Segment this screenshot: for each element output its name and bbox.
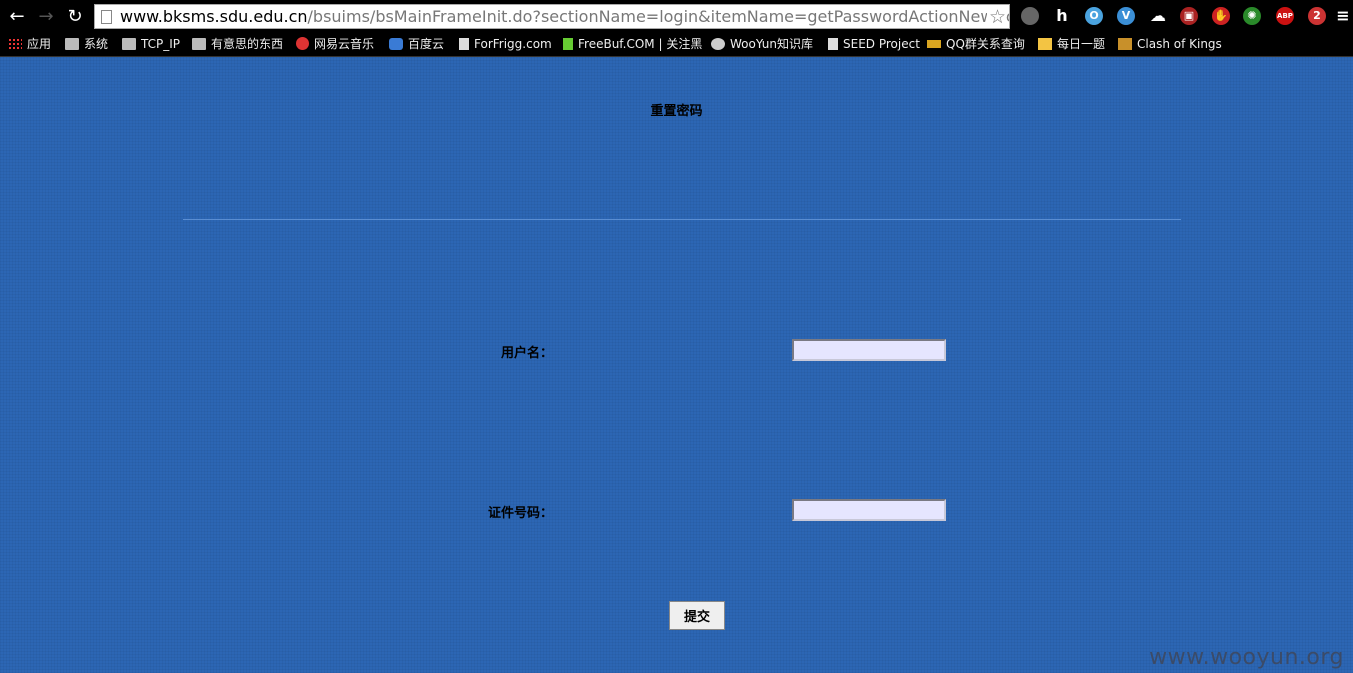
- watermark: www.wooyun.org: [1149, 645, 1344, 670]
- page-icon: [459, 37, 469, 50]
- bookmark-label: SEED Project: [843, 37, 920, 51]
- bookmark-label: 网易云音乐: [314, 37, 375, 51]
- apps-icon: [8, 37, 22, 50]
- bookmark-label: QQ群关系查询: [946, 37, 1025, 51]
- wooyun-icon: [711, 37, 725, 50]
- h-icon[interactable]: h: [1053, 7, 1071, 25]
- mail-icon: [1038, 37, 1052, 50]
- bookmark-item[interactable]: FreeBuf.COM | 关注黑: [563, 36, 702, 53]
- bookmark-item[interactable]: TCP_IP: [122, 36, 180, 53]
- folder-icon: [192, 37, 206, 50]
- bookmark-item[interactable]: Clash of Kings: [1118, 36, 1222, 53]
- adblock-plus-icon[interactable]: ABP: [1276, 7, 1294, 25]
- forward-icon[interactable]: →: [35, 6, 57, 28]
- bookmarks-bar: 应用 系统 TCP_IP 有意思的东西 网易云音乐 百度云 ForFrigg.com Free…: [0, 33, 1353, 57]
- username-input[interactable]: [792, 339, 946, 361]
- bookmark-label: 百度云: [408, 37, 445, 51]
- submit-button[interactable]: 提交: [669, 601, 725, 630]
- stop-hand-icon[interactable]: ✋: [1212, 7, 1230, 25]
- url-path: /bsuims/bsMainFrameInit.do?sectionName=l…: [307, 7, 1010, 26]
- browser-toolbar: ← → ↻ www.bksms.sdu.edu.cn/bsuims/bsMain…: [0, 0, 1353, 33]
- page-icon: [828, 37, 838, 50]
- bookmark-label: 应用: [27, 37, 52, 51]
- bookmark-item[interactable]: 应用: [8, 36, 51, 53]
- bookmark-label: 每日一题: [1057, 37, 1106, 51]
- page-content: 重置密码 用户名： 证件号码： 提交 www.wooyun.org: [0, 57, 1353, 673]
- cloud-icon[interactable]: ☁: [1149, 7, 1167, 25]
- bookmark-item[interactable]: WooYun知识库: [711, 36, 813, 53]
- bookmark-label: ForFrigg.com: [474, 37, 552, 51]
- bookmark-label: 系统: [84, 37, 109, 51]
- vimeo-icon[interactable]: V: [1117, 7, 1135, 25]
- baidu-cloud-icon: [389, 37, 403, 50]
- bookmark-item[interactable]: ForFrigg.com: [459, 36, 552, 53]
- address-bar[interactable]: www.bksms.sdu.edu.cn/bsuims/bsMainFrameI…: [94, 4, 1010, 29]
- bookmark-star-icon[interactable]: ☆: [986, 5, 1006, 28]
- plant-icon[interactable]: ✺: [1243, 7, 1261, 25]
- bookmark-label: 有意思的东西: [211, 37, 284, 51]
- reload-icon[interactable]: ↻: [64, 6, 86, 28]
- username-label: 用户名：: [500, 346, 553, 361]
- folder-icon: [65, 37, 79, 50]
- freebuf-icon: [563, 37, 573, 50]
- bookmark-item[interactable]: 每日一题: [1038, 36, 1105, 53]
- folder-icon: [122, 37, 136, 50]
- bookmark-label: FreeBuf.COM | 关注黑: [578, 37, 703, 51]
- bookmark-item[interactable]: SEED Project: [828, 36, 920, 53]
- menu-icon[interactable]: ≡: [1334, 7, 1352, 25]
- bookmark-label: WooYun知识库: [730, 37, 814, 51]
- bookmark-item[interactable]: 百度云: [389, 36, 444, 53]
- id-number-label: 证件号码：: [487, 506, 553, 521]
- bookmark-item[interactable]: 有意思的东西: [192, 36, 283, 53]
- bookmark-item[interactable]: QQ群关系查询: [927, 36, 1025, 53]
- netease-music-icon: [296, 37, 309, 50]
- url-text: www.bksms.sdu.edu.cn/bsuims/bsMainFrameI…: [120, 7, 1010, 27]
- mask-icon[interactable]: ▣: [1180, 7, 1198, 25]
- bookmark-label: TCP_IP: [141, 37, 181, 51]
- bookmark-item[interactable]: 网易云音乐: [296, 36, 374, 53]
- bookmark-label: Clash of Kings: [1137, 37, 1222, 51]
- clock-icon[interactable]: [1021, 7, 1039, 25]
- bookmark-item[interactable]: 系统: [65, 36, 108, 53]
- key-icon: [927, 39, 941, 48]
- page-icon: [101, 10, 112, 24]
- divider: [183, 219, 1181, 220]
- game-icon: [1118, 37, 1132, 50]
- url-host: www.bksms.sdu.edu.cn: [120, 7, 308, 26]
- circle-o-icon[interactable]: O: [1085, 7, 1103, 25]
- back-icon[interactable]: ←: [6, 6, 28, 28]
- notification-icon[interactable]: 2: [1308, 7, 1326, 25]
- page-title: 重置密码: [650, 104, 703, 119]
- id-number-input[interactable]: [792, 499, 946, 521]
